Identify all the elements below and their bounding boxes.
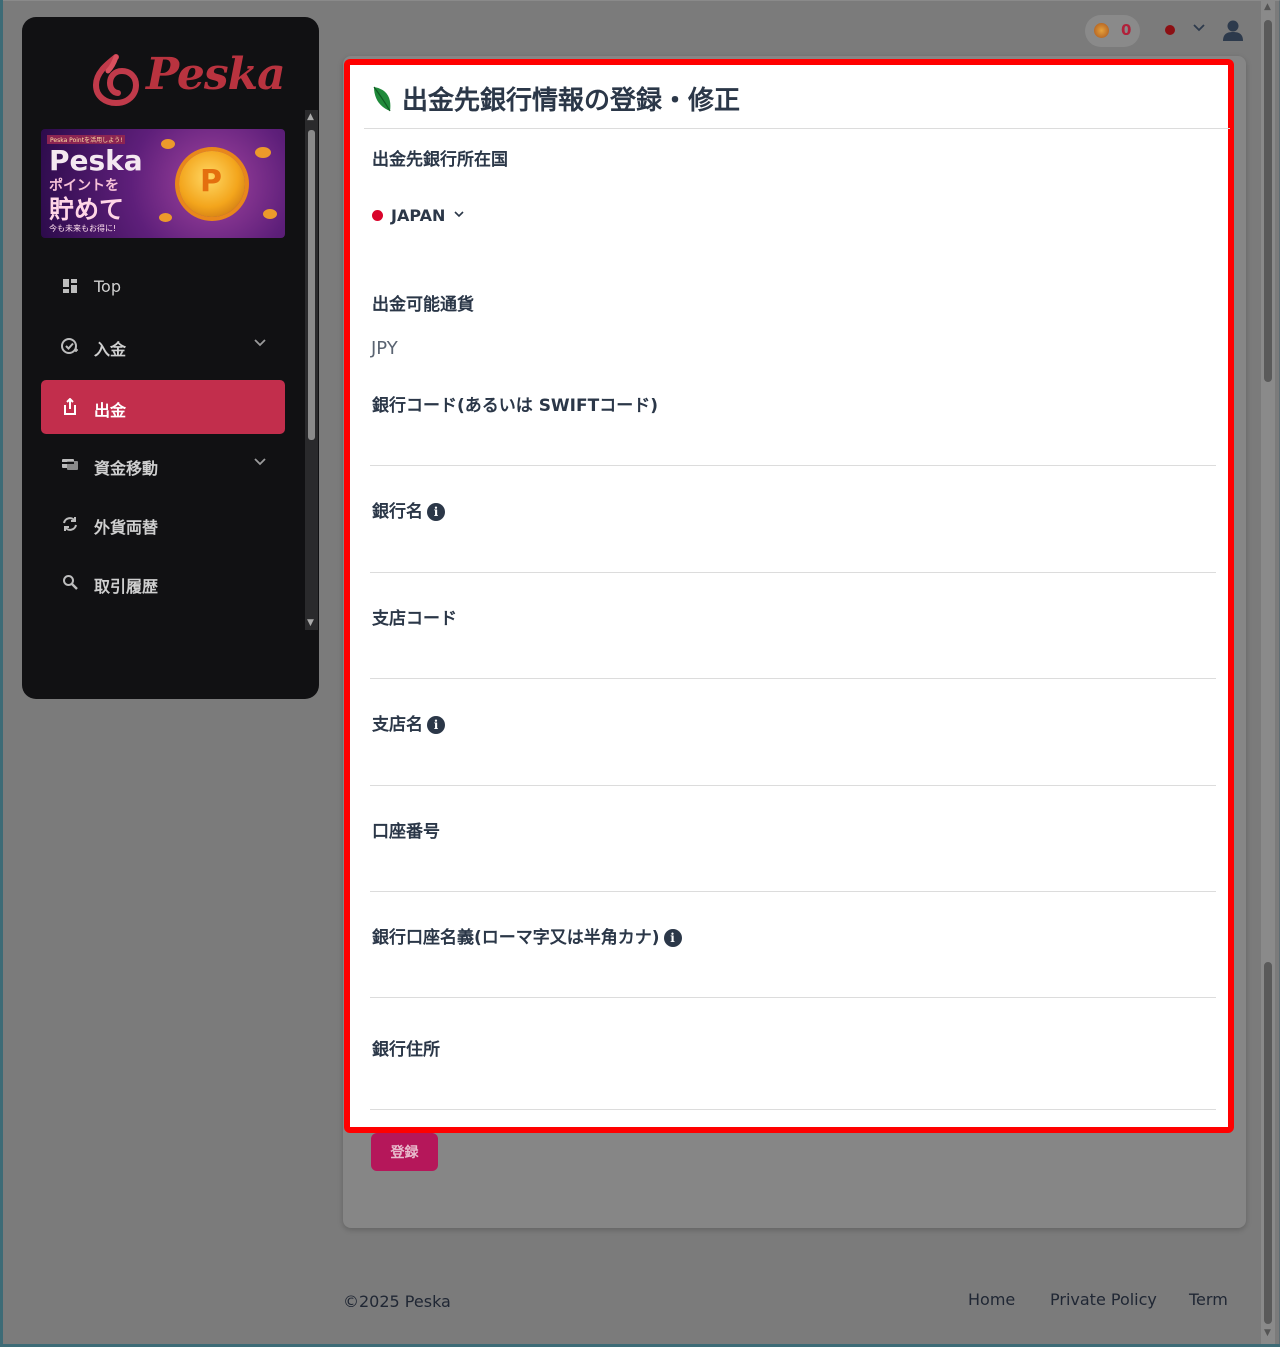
account-number-label: 口座番号 xyxy=(372,817,440,842)
register-button[interactable]: 登録 xyxy=(371,1133,438,1171)
bank-code-label: 銀行コード(あるいは SWIFTコード) xyxy=(372,391,658,416)
currency-value: JPY xyxy=(371,338,398,359)
sidebar-item-exchange[interactable]: 外貨両替 xyxy=(41,497,285,551)
page-scrollbar-thumb[interactable] xyxy=(1264,20,1272,382)
footer-link-privacy[interactable]: Private Policy xyxy=(1050,1290,1157,1309)
search-icon xyxy=(61,574,79,592)
info-icon[interactable]: i xyxy=(663,929,682,947)
branch-name-label-text: 支店名 xyxy=(372,715,423,735)
sidebar-scrollbar-thumb[interactable] xyxy=(308,130,315,440)
scroll-down-arrow-icon[interactable]: ▼ xyxy=(307,618,314,628)
modal-title: 出金先銀行情報の登録・修正 xyxy=(402,86,741,116)
sidebar-scrollbar[interactable]: ▲ ▼ xyxy=(305,110,318,630)
japan-flag-icon xyxy=(372,210,383,221)
chevron-down-icon[interactable] xyxy=(253,454,267,472)
bank-info-modal: 出金先銀行情報の登録・修正 出金先銀行所在国 JAPAN 出金可能通貨 JPY … xyxy=(344,59,1234,1133)
sidebar-item-history[interactable]: 取引履歴 xyxy=(41,556,285,610)
sidebar-item-label: 入金 xyxy=(94,340,127,359)
country-select[interactable]: JAPAN xyxy=(372,206,465,225)
peska-logo-mark-icon xyxy=(92,54,140,107)
info-icon[interactable]: i xyxy=(427,503,445,521)
sidebar-item-label: 資金移動 xyxy=(94,459,159,478)
coin-decoration xyxy=(263,209,277,219)
point-coin-icon: P xyxy=(179,151,245,217)
japan-flag-icon[interactable] xyxy=(1165,25,1175,35)
country-selected-value: JAPAN xyxy=(391,206,446,225)
page-left-edge xyxy=(0,0,3,1347)
modal-header: 出金先銀行情報の登録・修正 xyxy=(364,65,1230,129)
chevron-down-icon[interactable] xyxy=(253,335,267,353)
withdraw-share-icon xyxy=(61,397,79,416)
peska-point-banner[interactable]: Peska Pointを活用しよう! Peska ポイントを 貯めて 今も未来も… xyxy=(41,129,285,238)
bank-address-label: 銀行住所 xyxy=(372,1035,440,1060)
user-icon[interactable] xyxy=(1222,19,1244,43)
account-holder-input[interactable] xyxy=(370,969,1216,998)
branch-code-label: 支店コード xyxy=(372,604,457,629)
sidebar-item-deposit[interactable]: 入金 xyxy=(41,319,285,373)
branch-code-label-text: 支店コード xyxy=(372,609,457,629)
branch-name-label: 支店名 i xyxy=(372,710,445,735)
peska-logo-text: Peska xyxy=(146,49,286,100)
banner-title: Peska xyxy=(49,144,143,177)
info-icon[interactable]: i xyxy=(427,716,445,734)
account-holder-label: 銀行口座名義(ローマ字又は半角カナ) i xyxy=(372,923,682,948)
footer-copyright: ©2025 Peska xyxy=(343,1292,451,1311)
coin-decoration xyxy=(161,139,175,149)
footer-link-home[interactable]: Home xyxy=(968,1290,1015,1309)
banner-tagline: Peska Pointを活用しよう! xyxy=(47,135,126,144)
points-badge[interactable]: 0 xyxy=(1085,15,1140,47)
sidebar-item-label: 出金 xyxy=(94,401,127,420)
branch-name-input[interactable] xyxy=(370,757,1216,786)
scroll-up-arrow-icon[interactable]: ▲ xyxy=(307,112,314,122)
bank-code-input[interactable] xyxy=(370,437,1216,466)
page-scrollbar[interactable]: ▲ ▼ xyxy=(1261,0,1275,1344)
points-count: 0 xyxy=(1121,21,1132,39)
leaf-icon xyxy=(373,86,391,112)
sidebar-item-label: 外貨両替 xyxy=(94,518,159,537)
coin-decoration xyxy=(255,147,271,158)
bank-name-label-text: 銀行名 xyxy=(372,502,423,522)
language-chevron-down-icon[interactable] xyxy=(1192,20,1206,38)
coin-letter: P xyxy=(200,164,222,199)
chevron-down-icon xyxy=(453,208,465,223)
account-number-label-text: 口座番号 xyxy=(372,822,440,842)
bank-name-input[interactable] xyxy=(370,544,1216,573)
footer-link-term[interactable]: Term xyxy=(1189,1290,1228,1309)
deposit-check-icon xyxy=(61,337,79,355)
branch-code-input[interactable] xyxy=(370,650,1216,679)
currency-label: 出金可能通貨 xyxy=(372,295,474,315)
bank-address-label-text: 銀行住所 xyxy=(372,1040,440,1060)
sidebar-item-top[interactable]: Top xyxy=(41,260,285,314)
exchange-icon xyxy=(61,515,79,533)
account-holder-label-text: 銀行口座名義(ローマ字又は半角カナ) xyxy=(372,928,660,948)
sidebar-item-transfer[interactable]: 資金移動 xyxy=(41,438,285,492)
bank-address-input[interactable] xyxy=(370,1081,1216,1110)
transfer-icon xyxy=(61,456,79,474)
country-label: 出金先銀行所在国 xyxy=(372,150,508,170)
bank-code-label-text: 銀行コード(あるいは SWIFTコード) xyxy=(372,396,658,416)
banner-caption: 今も未来もお得に! xyxy=(49,224,117,233)
page-scrollbar-thumb-lower[interactable] xyxy=(1264,962,1272,1324)
bank-name-label: 銀行名 i xyxy=(372,497,445,522)
peska-logo[interactable]: Peska xyxy=(88,47,286,111)
dashboard-icon xyxy=(61,278,79,296)
scroll-down-arrow-icon[interactable]: ▼ xyxy=(1264,1328,1271,1338)
scroll-up-arrow-icon[interactable]: ▲ xyxy=(1264,2,1271,12)
sidebar-item-label: 取引履歴 xyxy=(94,577,159,596)
sidebar-item-withdraw[interactable]: 出金 xyxy=(41,380,285,434)
coin-decoration xyxy=(159,213,172,222)
banner-headline: 貯めて xyxy=(49,195,125,224)
sidebar: Peska Peska Pointを活用しよう! Peska ポイントを 貯めて… xyxy=(22,17,319,699)
account-number-input[interactable] xyxy=(370,863,1216,892)
sidebar-item-label: Top xyxy=(94,277,121,296)
point-coin-icon xyxy=(1094,23,1109,38)
